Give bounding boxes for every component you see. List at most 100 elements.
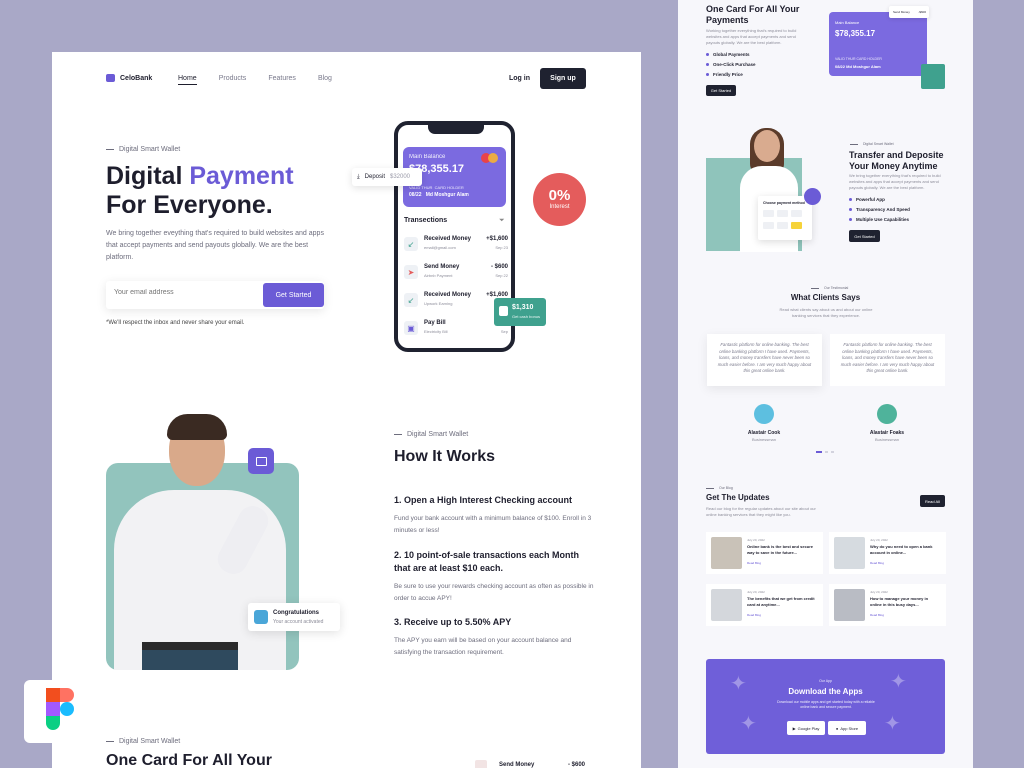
transaction-row: Send Money - $600 xyxy=(475,758,585,768)
blog-date: July 20, 2022 xyxy=(747,538,765,542)
interest-badge: 0% Interest xyxy=(533,173,586,226)
nav-blog[interactable]: Blog xyxy=(318,75,332,85)
blog-post-title: How to manage your money in online in th… xyxy=(870,596,929,607)
read-blog-link[interactable]: Read Blog xyxy=(747,561,761,565)
card-title: One Card For All Your xyxy=(106,752,272,768)
transaction-date: Sep 23 xyxy=(495,245,508,250)
card-meta-values: 08/22 Md Moshgur Alam xyxy=(409,192,469,198)
blog-card[interactable]: July 20, 2022 Why do you need to open a … xyxy=(829,532,946,574)
blog-date: July 20, 2022 xyxy=(870,538,888,542)
balance-label: Main Balance xyxy=(409,154,446,160)
man-pants xyxy=(142,650,238,670)
client-name: Alastair Foaks xyxy=(869,430,905,436)
figma-logo xyxy=(24,680,96,743)
blog-desc: Read our blog for the regular updates ab… xyxy=(706,506,816,517)
card-option-icon[interactable] xyxy=(791,222,802,229)
transfer-bullets: Powerful App Transparency And Speed Mult… xyxy=(849,197,910,227)
transfer-eyebrow: Digital Smart Wallet xyxy=(850,142,894,146)
clients-title: What Clients Says xyxy=(790,293,861,302)
card-option-icon[interactable] xyxy=(777,210,788,217)
read-blog-link[interactable]: Read Blog xyxy=(870,561,884,565)
card-option-icon[interactable] xyxy=(777,222,788,229)
transfer-get-started-button[interactable]: Get Started xyxy=(849,230,880,242)
read-blog-link[interactable]: Read Blog xyxy=(747,613,761,617)
transfer-title: Transfer and Deposite Your Money Anytime xyxy=(849,150,944,171)
client-role: Businessman xyxy=(751,437,776,442)
clients-desc: Read what clients say about us and about… xyxy=(779,307,873,318)
send-icon: ➤ xyxy=(404,265,418,279)
transaction-title: Received Money xyxy=(424,236,472,242)
apple-icon: ● xyxy=(835,725,839,731)
testimonial-card: Fantastic platform for online banking. T… xyxy=(830,334,945,386)
transaction-amount: +$1,600 xyxy=(486,236,508,242)
transaction-row[interactable]: ➤ Send Money Airbnb Payment - $600 Sep 2… xyxy=(404,261,508,287)
payment-options xyxy=(763,210,802,217)
main-nav: Home Products Features Blog xyxy=(178,75,332,85)
congrats-sub: Your account activated xyxy=(273,619,324,625)
man-hair xyxy=(167,414,227,440)
blog-date: July 20, 2022 xyxy=(870,590,888,594)
payment-options xyxy=(763,222,802,229)
cashback-value: $1,310 xyxy=(512,304,534,311)
download-icon: ⤓ xyxy=(357,173,360,180)
blog-card[interactable]: July 20, 2022 The benefits that we get f… xyxy=(706,584,823,626)
chip-title: Send Money xyxy=(893,10,910,14)
transaction-row[interactable]: ▣ Pay Bill Electricity Bill - $ Sep xyxy=(404,317,508,343)
blog-image xyxy=(711,537,742,569)
send-icon xyxy=(475,760,487,768)
google-play-button[interactable]: ▶ Google Play xyxy=(787,721,825,735)
card-get-started-button[interactable]: Get Started xyxy=(706,85,736,96)
bill-icon: ▣ xyxy=(404,321,418,335)
transaction-title: Received Money xyxy=(424,292,472,298)
filter-icon[interactable]: ⏷ xyxy=(499,217,505,225)
check-icon xyxy=(254,610,268,624)
card-section-title: One Card For All Your Payments xyxy=(706,4,800,25)
nav-features[interactable]: Features xyxy=(268,75,296,85)
cashback-sub: Get cash bonus xyxy=(512,314,541,319)
bank-icon xyxy=(106,74,115,82)
read-all-button[interactable]: Read All xyxy=(920,495,945,507)
hero-description: We bring together eveything that's requi… xyxy=(106,230,324,261)
payment-method-title: Choose payment method xyxy=(763,201,805,205)
signup-button[interactable]: Sign up xyxy=(540,68,586,89)
transfer-desc: We bring together everything that's requ… xyxy=(849,173,941,190)
step-desc: Be sure to use your rewards checking acc… xyxy=(394,583,594,602)
card-option-icon[interactable] xyxy=(791,210,802,217)
card-option-icon[interactable] xyxy=(763,222,774,229)
apps-title: Download the Apps xyxy=(788,687,863,696)
transaction-row[interactable]: ↙ Received Money Upwork Earning +$1,600 … xyxy=(404,289,508,315)
email-input[interactable] xyxy=(114,289,254,296)
cashback-chip: $1,310 Get cash bonus xyxy=(494,298,546,326)
transaction-date: Sep xyxy=(500,329,508,334)
blog-image xyxy=(834,589,865,621)
client-role: Businessman xyxy=(874,437,899,442)
holder-name: Md Moshgur Alam xyxy=(425,192,469,198)
receive-icon: ↙ xyxy=(404,293,418,307)
transaction-row[interactable]: ↙ Received Money email@gmail.com +$1,600… xyxy=(404,233,508,259)
interest-label: Interest xyxy=(549,204,570,210)
brand-logo[interactable]: CeloBank xyxy=(106,74,152,82)
blog-post-title: The benefits that we get from credit car… xyxy=(747,596,815,607)
card-option-icon[interactable] xyxy=(763,210,774,217)
bullet-item: Global Payments xyxy=(706,52,756,57)
avatar xyxy=(754,404,774,424)
hero-eyebrow: Digital Smart Wallet xyxy=(106,146,180,153)
play-icon: ▶ xyxy=(792,725,796,731)
login-link[interactable]: Log in xyxy=(509,75,530,82)
chip-amount: -$600 xyxy=(918,10,926,14)
carousel-dots[interactable] xyxy=(816,451,834,453)
download-apps-banner: ✦ ✦ ✦ ✦ Our App Download the Apps Downlo… xyxy=(706,659,945,754)
nav-home[interactable]: Home xyxy=(178,75,197,85)
blog-card[interactable]: July 20, 2022 How to manage your money i… xyxy=(829,584,946,626)
read-blog-link[interactable]: Read Blog xyxy=(870,613,884,617)
nav-products[interactable]: Products xyxy=(219,75,247,85)
app-store-button[interactable]: ● App Store xyxy=(828,721,866,735)
payment-method-card: Choose payment method xyxy=(758,196,812,240)
get-started-button[interactable]: Get Started xyxy=(263,283,324,307)
step-desc: Fund your bank account with a minimum ba… xyxy=(394,515,592,534)
sparkle-icon: ✦ xyxy=(740,713,757,735)
card-meta-labels: VALID THUR CARD HOLDER xyxy=(835,57,882,61)
brand-name: CeloBank xyxy=(120,74,153,82)
mini-balance-card: Main Balance $78,355.17 VALID THUR CARD … xyxy=(829,12,927,76)
blog-card[interactable]: July 20, 2022 Online bank is the best an… xyxy=(706,532,823,574)
